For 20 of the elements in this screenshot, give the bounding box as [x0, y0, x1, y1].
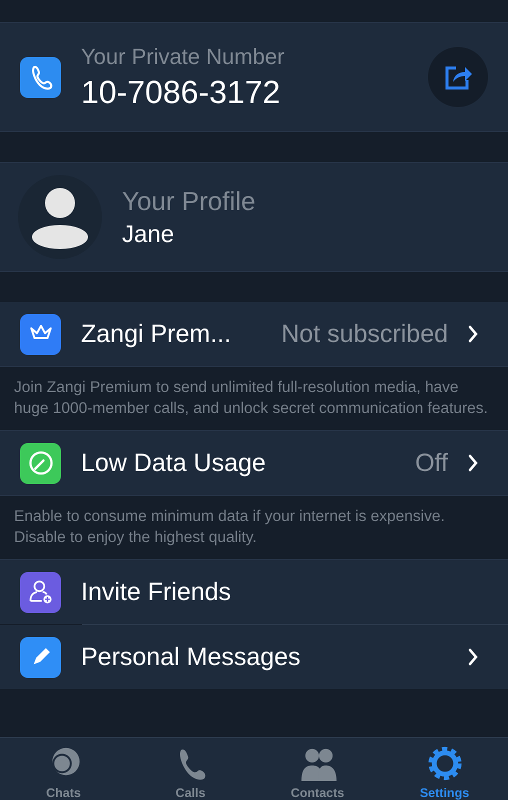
settings-row[interactable]: Invite Friends	[0, 560, 508, 624]
settings-row[interactable]: Personal Messages	[0, 625, 508, 689]
profile-label: Your Profile	[122, 186, 256, 216]
row-title: Low Data Usage	[81, 448, 267, 478]
row-title: Personal Messages	[81, 642, 302, 672]
private-number: 10-7086-3172	[81, 74, 282, 110]
tab[interactable]: Chats	[0, 738, 127, 800]
tab[interactable]: Contacts	[254, 738, 381, 800]
phone-icon	[20, 56, 61, 98]
row-title: Zangi Prem...	[81, 320, 232, 348]
settings-row[interactable]: Low Data Usage Off	[0, 431, 508, 495]
row-title: Invite Friends	[81, 578, 232, 606]
private-number-label: Your Private Number	[81, 44, 286, 70]
profile-card[interactable]: Your Profile Jane	[0, 162, 508, 272]
row-value: Not subscribed	[281, 320, 448, 348]
profile-name: Jane	[122, 220, 176, 248]
tab[interactable]: Calls	[127, 738, 254, 800]
row-value: Off	[415, 448, 448, 478]
tab[interactable]: Settings	[381, 738, 508, 800]
settings-row[interactable]: Zangi Prem... Not subscribed	[0, 302, 508, 366]
